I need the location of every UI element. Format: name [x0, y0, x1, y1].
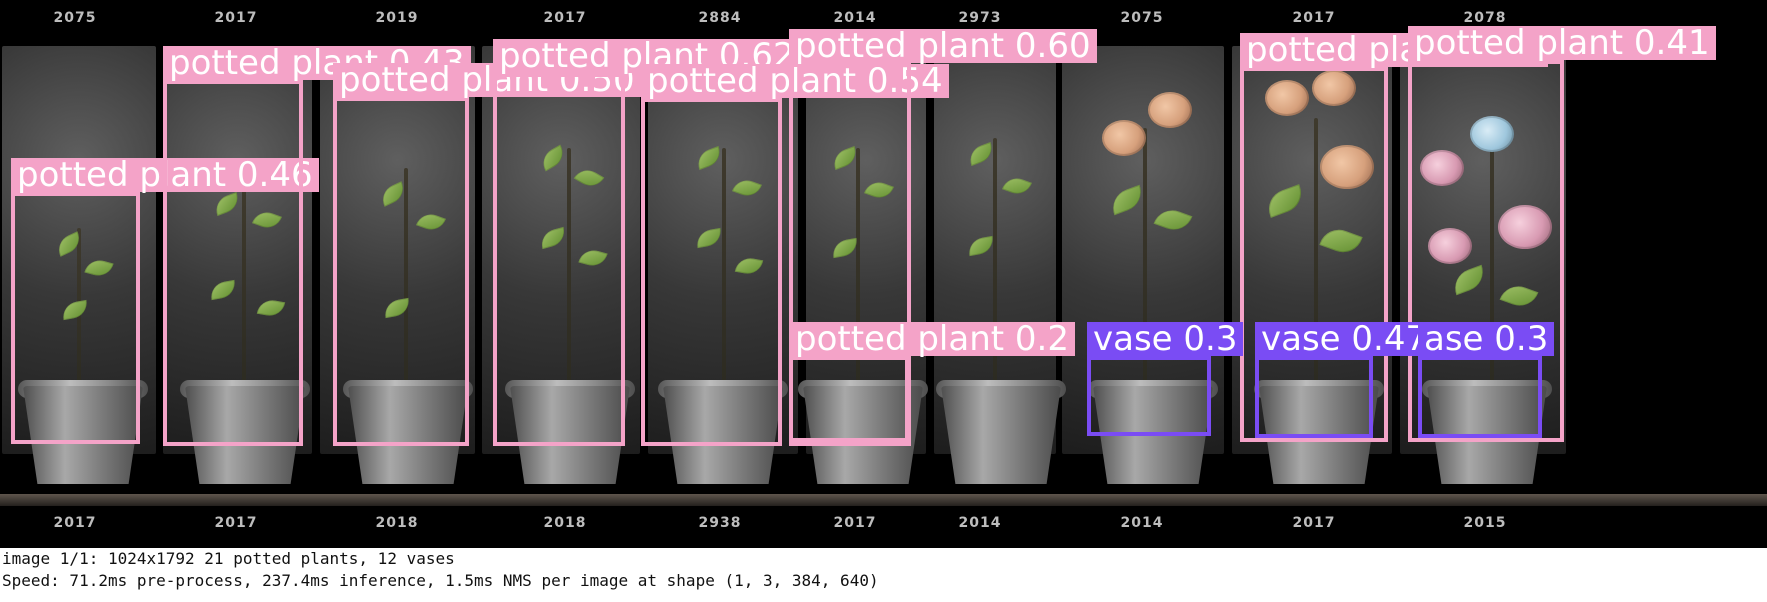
console-output: image 1/1: 1024x1792 21 potted plants, 1…	[0, 548, 1767, 602]
flower	[1470, 116, 1514, 152]
top-year-label: 2017	[543, 10, 587, 26]
flower	[1102, 120, 1146, 156]
top-year-label: 2019	[375, 10, 419, 26]
bottom-year-label: 2938	[698, 515, 742, 531]
flower	[1498, 205, 1552, 249]
pot	[663, 386, 783, 484]
flower	[1312, 70, 1356, 106]
pot	[1427, 386, 1547, 484]
plant-stem	[567, 148, 571, 398]
bottom-year-label: 2014	[958, 515, 1002, 531]
plant-stem	[993, 138, 997, 398]
bottom-years-row: 2017 2017 2018 2018 2938 2017 2014 2014 …	[0, 515, 1767, 541]
pot	[510, 386, 630, 484]
pot	[1093, 386, 1213, 484]
plant-stem	[1143, 128, 1147, 398]
pot	[803, 386, 923, 484]
image-viewer: 2075 2017 2019 2017 2884 2014 2973 2075 …	[0, 0, 1767, 548]
bottom-year-label: 2018	[375, 515, 419, 531]
top-year-label: 2075	[1120, 10, 1164, 26]
plant-stem	[242, 188, 246, 398]
bottom-year-label: 2017	[53, 515, 97, 531]
pot	[23, 386, 143, 484]
plant-stem	[1314, 118, 1318, 398]
bottom-year-label: 2018	[543, 515, 587, 531]
top-year-label: 2017	[1292, 10, 1336, 26]
top-year-label: 2884	[698, 10, 742, 26]
pot	[941, 386, 1061, 484]
top-year-label: 2014	[833, 10, 877, 26]
top-year-label: 2973	[958, 10, 1002, 26]
top-years-row: 2075 2017 2019 2017 2884 2014 2973 2075 …	[0, 10, 1767, 36]
top-year-label: 2078	[1463, 10, 1507, 26]
bottom-year-label: 2014	[1120, 515, 1164, 531]
bottom-year-label: 2017	[1292, 515, 1336, 531]
console-line-2: Speed: 71.2ms pre-process, 237.4ms infer…	[2, 571, 879, 590]
top-year-label: 2075	[53, 10, 97, 26]
plant-stem	[856, 148, 860, 398]
bottom-year-label: 2017	[833, 515, 877, 531]
plant-stem	[404, 168, 408, 398]
pot	[348, 386, 468, 484]
bottom-year-label: 2017	[214, 515, 258, 531]
flower	[1320, 145, 1374, 189]
pot	[1259, 386, 1379, 484]
bottom-year-label: 2015	[1463, 515, 1507, 531]
plant-stem	[1490, 118, 1494, 398]
top-year-label: 2017	[214, 10, 258, 26]
shelf	[0, 494, 1767, 506]
plant-stem	[722, 148, 726, 398]
flower	[1428, 228, 1472, 264]
flower	[1420, 150, 1464, 186]
pot	[185, 386, 305, 484]
console-line-1: image 1/1: 1024x1792 21 potted plants, 1…	[2, 549, 455, 568]
flower	[1265, 80, 1309, 116]
flower	[1148, 92, 1192, 128]
